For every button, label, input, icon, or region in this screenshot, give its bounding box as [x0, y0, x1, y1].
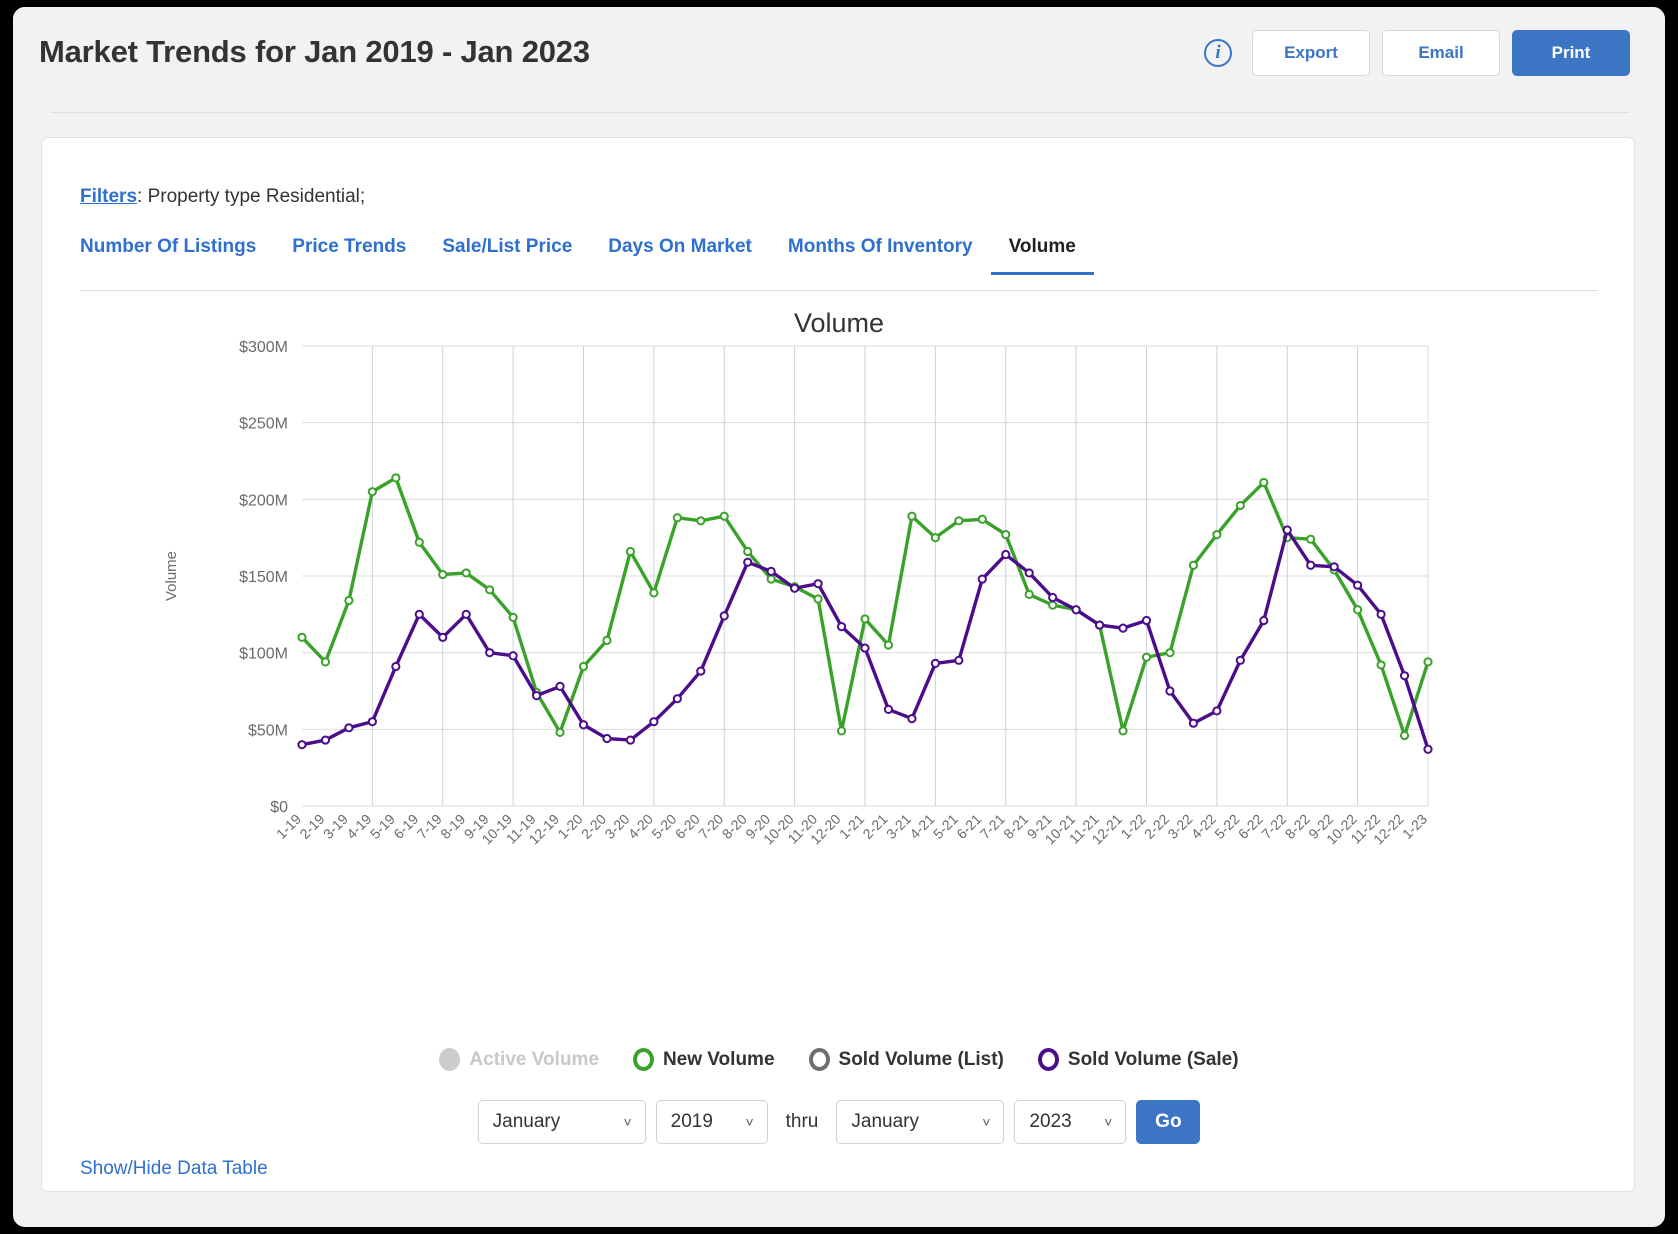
- legend-swatch-sold-volume-sale: [1037, 1048, 1059, 1071]
- filters-summary: Filters: Property type Residential;: [80, 186, 365, 208]
- legend-item-active-volume[interactable]: Active Volume: [439, 1048, 599, 1071]
- tabs-divider: [80, 290, 1598, 291]
- legend-label-new-volume: New Volume: [662, 1048, 775, 1070]
- volume-chart: Volume $0 $50M $100M $150M $200M $250M $300M Vo…: [80, 308, 1598, 998]
- go-button[interactable]: Go: [1136, 1100, 1201, 1144]
- from-year-select[interactable]: 2019 ˅: [655, 1100, 768, 1144]
- chart-title: Volume: [793, 308, 885, 338]
- to-year-value: 2023: [1029, 1111, 1072, 1132]
- svg-text:$250M: $250M: [239, 416, 288, 433]
- legend-swatch-sold-volume-list: [808, 1048, 830, 1071]
- report-tabs: Number Of Listings Price Trends Sale/Lis…: [80, 236, 1598, 286]
- svg-text:$0: $0: [270, 799, 288, 816]
- filters-text: : Property type Residential;: [137, 186, 366, 207]
- chevron-down-icon: ˅: [982, 1114, 991, 1130]
- legend-item-new-volume[interactable]: New Volume: [632, 1048, 775, 1071]
- thru-label: thru: [785, 1111, 819, 1132]
- info-icon[interactable]: i: [1204, 39, 1232, 67]
- legend-label-sold-volume-sale: Sold Volume (Sale): [1067, 1048, 1239, 1070]
- tab-months-of-inventory[interactable]: Months Of Inventory: [770, 236, 991, 272]
- chart-legend: Active Volume New Volume Sold Volume (Li…: [42, 1048, 1636, 1071]
- app-window: Market Trends for Jan 2019 - Jan 2023 i …: [13, 7, 1665, 1227]
- legend-item-sold-volume-list[interactable]: Sold Volume (List): [808, 1048, 1004, 1071]
- tab-number-of-listings[interactable]: Number Of Listings: [80, 236, 274, 272]
- legend-item-sold-volume-sale[interactable]: Sold Volume (Sale): [1037, 1048, 1239, 1071]
- filters-link[interactable]: Filters: [80, 186, 137, 207]
- svg-text:$150M: $150M: [239, 569, 288, 586]
- svg-text:$50M: $50M: [248, 722, 288, 739]
- to-year-select[interactable]: 2023 ˅: [1014, 1100, 1127, 1144]
- from-year-value: 2019: [670, 1111, 713, 1132]
- show-hide-data-table-link[interactable]: Show/Hide Data Table: [80, 1158, 268, 1180]
- tab-sale-list-price[interactable]: Sale/List Price: [424, 236, 590, 272]
- report-card: Filters: Property type Residential; Numb…: [41, 137, 1635, 1192]
- date-range-controls: January ˅ 2019 ˅ thru January ˅ 2023 ˅ G…: [42, 1100, 1636, 1144]
- legend-label-active-volume: Active Volume: [469, 1048, 599, 1070]
- svg-text:Volume: Volume: [163, 551, 180, 601]
- header-actions: i Export Email Print: [1204, 30, 1630, 76]
- header-divider: [51, 112, 1629, 113]
- from-month-value: January: [492, 1111, 561, 1132]
- legend-swatch-active-volume: [439, 1048, 461, 1071]
- chevron-down-icon: ˅: [623, 1114, 632, 1130]
- page-header: Market Trends for Jan 2019 - Jan 2023 i …: [13, 7, 1665, 119]
- legend-label-sold-volume-list: Sold Volume (List): [838, 1048, 1004, 1070]
- svg-text:1-23: 1-23: [1399, 811, 1430, 842]
- to-month-value: January: [851, 1111, 919, 1132]
- export-button[interactable]: Export: [1252, 30, 1370, 76]
- chart-plot-area: $0$50M$100M$150M$200M$250M$300MVolume1-1…: [163, 339, 1433, 847]
- tab-volume[interactable]: Volume: [990, 236, 1094, 275]
- print-button[interactable]: Print: [1512, 30, 1630, 76]
- page-title: Market Trends for Jan 2019 - Jan 2023: [39, 34, 590, 69]
- legend-swatch-new-volume: [632, 1048, 654, 1071]
- svg-text:$200M: $200M: [239, 492, 288, 509]
- from-month-select[interactable]: January ˅: [477, 1100, 646, 1144]
- chevron-down-icon: ˅: [745, 1114, 754, 1130]
- tab-days-on-market[interactable]: Days On Market: [590, 236, 770, 272]
- svg-text:$300M: $300M: [239, 339, 288, 356]
- tab-price-trends[interactable]: Price Trends: [274, 236, 424, 272]
- to-month-select[interactable]: January ˅: [836, 1100, 1005, 1144]
- email-button[interactable]: Email: [1382, 30, 1500, 76]
- chevron-down-icon: ˅: [1104, 1114, 1113, 1130]
- svg-text:$100M: $100M: [239, 646, 288, 663]
